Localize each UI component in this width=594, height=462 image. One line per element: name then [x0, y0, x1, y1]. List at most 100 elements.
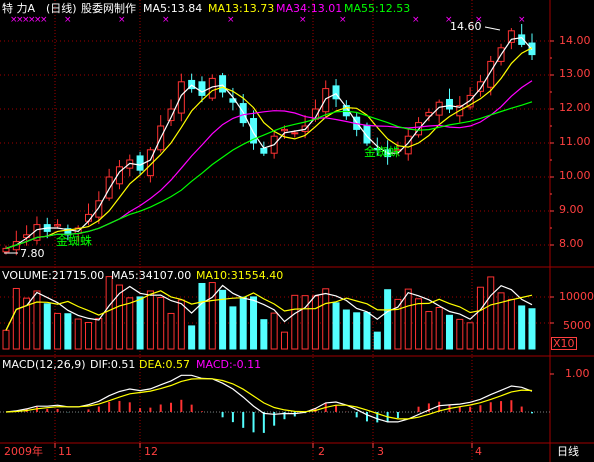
volume-tick-5000: 5000	[563, 319, 591, 332]
volume-bar	[353, 312, 361, 350]
candle-body	[105, 176, 113, 199]
volume-bar	[146, 290, 154, 350]
volume-bar	[43, 303, 51, 350]
candle-body	[476, 81, 484, 92]
volume-bar	[229, 306, 237, 350]
time-label-4: 4	[475, 445, 482, 458]
volume-unit-label: X10	[551, 337, 577, 350]
candle-body	[54, 224, 62, 227]
volume-bar	[280, 331, 288, 350]
volume-bar	[95, 317, 103, 350]
price-tick-9: 9.00	[559, 203, 584, 216]
volume-legend: VOLUME:21715.00	[2, 269, 105, 282]
time-label-2009: 2009年	[4, 445, 43, 458]
volume-bar	[250, 296, 258, 350]
macd-tick-1: 1.00	[565, 367, 590, 380]
volume-bar	[33, 290, 41, 350]
volume-bar	[332, 302, 340, 350]
signal-marker: ×	[518, 15, 526, 25]
volume-bar	[415, 298, 423, 350]
volume-bar	[270, 312, 278, 350]
volume-bar	[208, 282, 216, 350]
macd-dea-legend: DEA:0.57	[139, 358, 190, 371]
volume-bar	[177, 299, 185, 350]
volume-bar	[54, 312, 62, 350]
candle-body	[280, 128, 288, 132]
signal-marker: ×	[299, 15, 307, 25]
volume-bar	[476, 286, 484, 350]
candle-body	[136, 155, 144, 171]
volume-tick-10000: 10000	[559, 290, 594, 303]
candle-body	[2, 247, 10, 253]
signal-marker: ×	[40, 15, 48, 25]
high-price-label: 14.60	[450, 20, 482, 33]
volume-bar	[384, 289, 392, 350]
volume-bar	[528, 308, 536, 350]
volume-bar	[342, 309, 350, 350]
volume-bar	[260, 319, 268, 350]
producer-label: 股委网制作	[81, 2, 136, 15]
volume-bar	[2, 329, 10, 350]
pattern-annotation-1: 金蜘蛛	[56, 234, 93, 248]
macd-value-legend: MACD:-0.11	[196, 358, 262, 371]
volume-bar	[518, 305, 526, 350]
signal-marker: ×	[339, 15, 347, 25]
stock-name: 特 力A	[2, 2, 36, 15]
macd-dif-line	[5, 374, 533, 423]
volume-bar	[404, 288, 412, 350]
macd-dea-line	[5, 378, 533, 420]
volume-bar	[136, 296, 144, 350]
volume-bar	[12, 287, 20, 350]
ma55-line	[5, 101, 533, 249]
macd-title: MACD(12,26,9)	[2, 358, 86, 371]
signal-marker: ×	[162, 15, 170, 25]
volume-ma5-line	[5, 284, 533, 331]
volume-bar	[301, 295, 309, 350]
macd-dif-legend: DIF:0.51	[90, 358, 136, 371]
time-label-3: 3	[377, 445, 384, 458]
price-tick-13: 13.00	[559, 67, 591, 80]
candle-body	[260, 147, 268, 154]
volume-bar	[507, 298, 515, 350]
price-tick-11: 11.00	[559, 135, 591, 148]
volume-bar	[105, 276, 113, 350]
volume-bar	[425, 311, 433, 350]
signal-marker: ×	[64, 15, 72, 25]
volume-bar	[85, 321, 93, 350]
signal-marker: ×	[227, 15, 235, 25]
signal-marker: ×	[118, 15, 126, 25]
price-tick-14: 14.00	[559, 34, 591, 47]
price-tick-8: 8.00	[559, 237, 584, 250]
volume-bar	[64, 313, 72, 350]
candle-body	[177, 81, 185, 114]
volume-bar	[456, 318, 464, 350]
volume-bar	[445, 314, 453, 350]
high-marker-arrow	[484, 26, 501, 31]
candle-body	[198, 81, 206, 96]
ma13-legend: MA13:13.73	[208, 2, 275, 15]
period-label: (日线)	[46, 2, 77, 15]
period-button[interactable]: 日线	[557, 446, 579, 458]
signal-marker: ×	[412, 15, 420, 25]
time-label-12: 12	[144, 445, 158, 458]
ma55-legend: MA55:12.53	[344, 2, 411, 15]
volume-bar	[322, 288, 330, 350]
volume-bar	[311, 295, 319, 350]
volume-bar	[198, 282, 206, 350]
volume-bar	[188, 325, 196, 350]
stock-chart[interactable]: ×××××× × × × × × × × × × ×	[0, 0, 594, 462]
volume-ma5-legend: MA5:34107.00	[111, 269, 192, 282]
volume-bar	[291, 294, 299, 350]
price-tick-10: 10.00	[559, 169, 591, 182]
ma13-line	[5, 47, 533, 249]
low-price-label: 7.80	[20, 247, 45, 260]
volume-bar	[157, 297, 165, 350]
ma5-legend: MA5:13.84	[143, 2, 203, 15]
volume-ma10-legend: MA10:31554.40	[196, 269, 284, 282]
time-label-2: 2	[318, 445, 325, 458]
volume-bar	[435, 307, 443, 350]
volume-bar	[115, 284, 123, 350]
volume-bar	[239, 296, 247, 350]
volume-bar	[373, 331, 381, 350]
candle-body	[507, 30, 515, 43]
